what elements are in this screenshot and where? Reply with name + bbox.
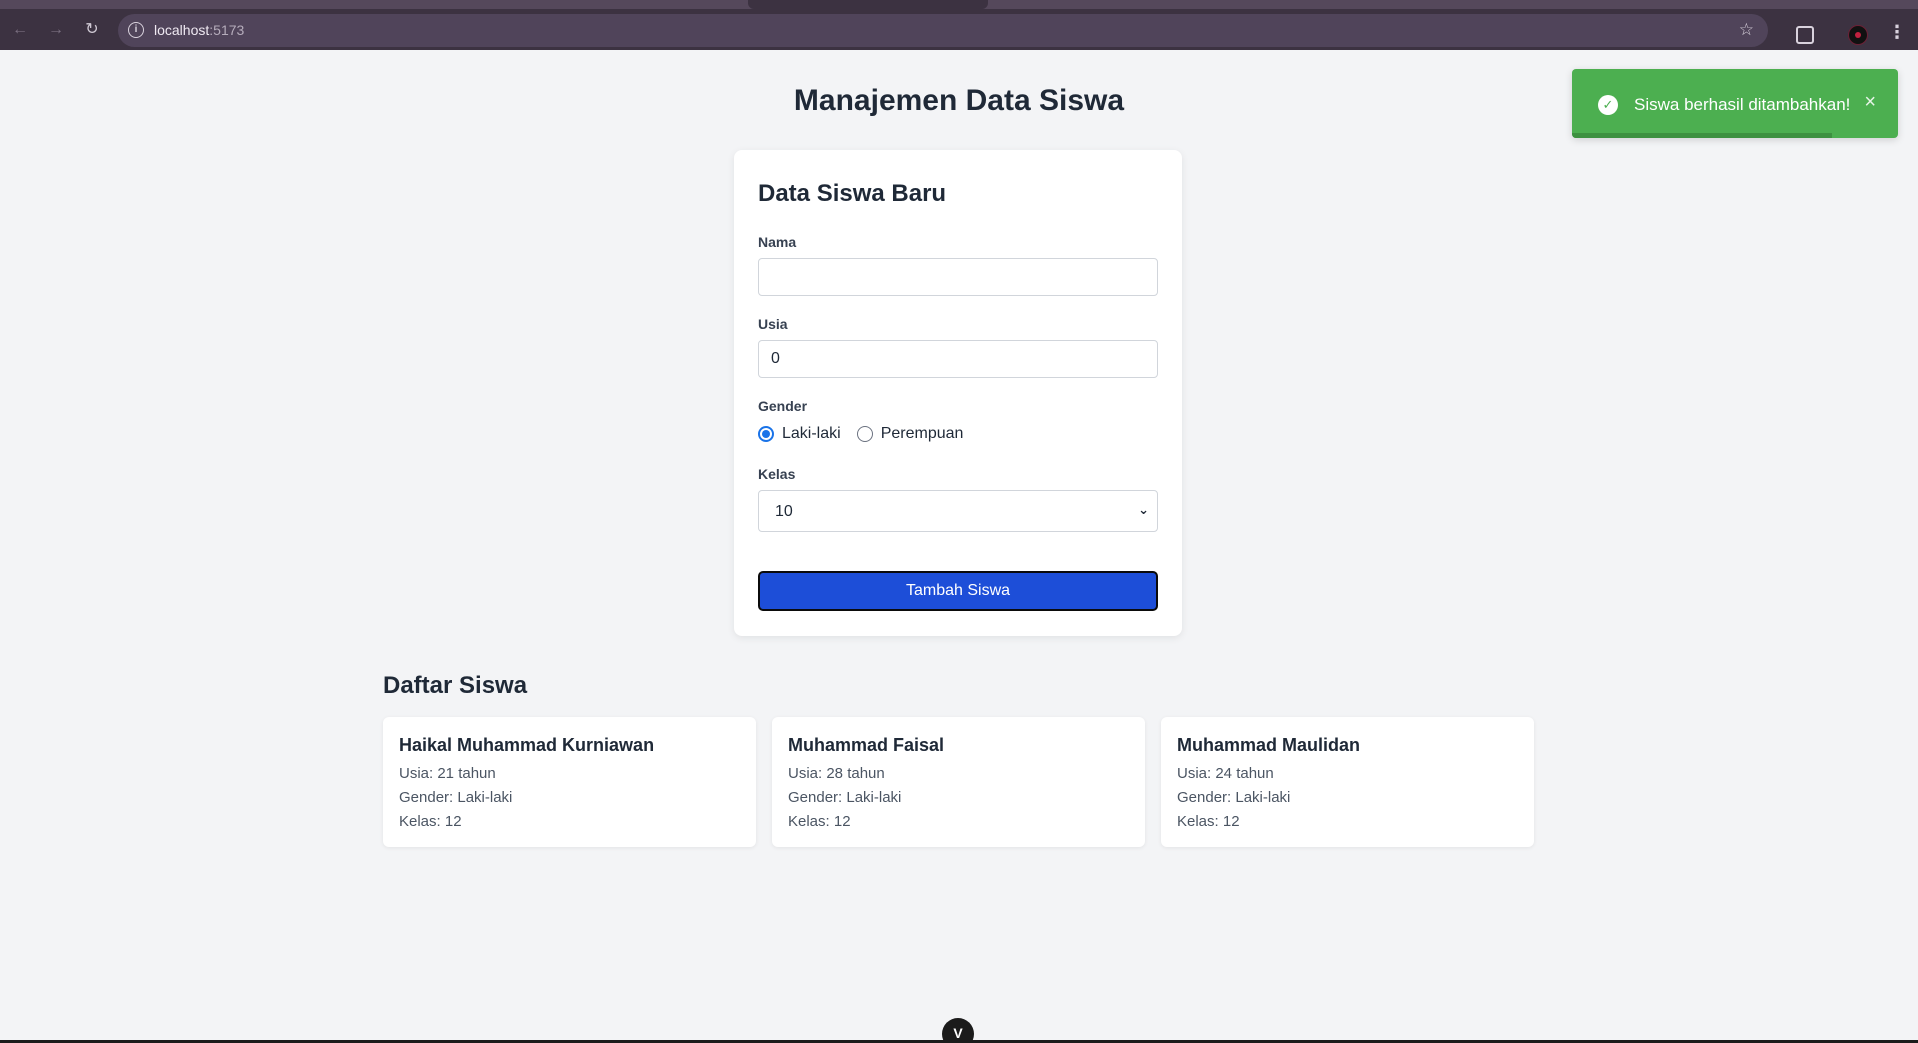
student-age: Usia: 21 tahun [399,765,496,782]
active-tab[interactable] [748,0,988,9]
url-port: :5173 [209,22,245,38]
student-class: Kelas: 12 [399,813,462,830]
tab-strip [0,0,1918,9]
gender-radio-female[interactable] [856,426,873,442]
age-input[interactable] [758,340,1158,378]
browser-chrome: ← → ↻ i localhost:5173 ☆ ⋮ [0,0,1918,50]
browser-toolbar: ← → ↻ i localhost:5173 ☆ ⋮ [0,9,1918,50]
student-name: Muhammad Faisal [788,735,945,755]
name-label: Nama [758,234,797,250]
class-label: Kelas [758,466,796,482]
student-gender: Gender: Laki-laki [399,789,513,806]
address-bar[interactable]: i localhost:5173 ☆ [118,14,1768,47]
success-toast[interactable]: ✓ Siswa berhasil ditambahkan! × [1572,69,1898,138]
close-icon[interactable]: × [1864,91,1876,114]
kebab-menu-icon[interactable]: ⋮ [1888,23,1906,41]
gender-radio-group: Laki-laki Perempuan [758,424,979,444]
student-list-title: Daftar Siswa [383,672,528,699]
student-card: Muhammad Faisal Usia: 28 tahun Gender: L… [772,717,1145,847]
arrow-right-icon[interactable]: → [44,18,68,42]
chevron-down-icon: ⌄ [1138,502,1149,517]
url-host: localhost [154,22,210,38]
gender-radio-male[interactable] [758,426,774,442]
student-name: Muhammad Maulidan [1177,735,1361,755]
age-label: Usia [758,316,788,332]
class-select[interactable]: 10 ⌄ [758,490,1158,532]
new-student-form: Data Siswa Baru Nama Usia Gender Laki-la… [734,150,1182,636]
student-card-list: Haikal Muhammad Kurniawan Usia: 21 tahun… [383,717,1535,847]
student-gender: Gender: Laki-laki [1177,789,1291,806]
profile-avatar[interactable] [1848,25,1868,45]
gender-option-male-label[interactable]: Laki-laki [782,425,841,443]
arrow-left-icon[interactable]: ← [8,18,32,42]
name-input[interactable] [758,258,1158,296]
form-title: Data Siswa Baru [758,180,947,207]
url-text[interactable]: localhost:5173 [154,22,244,38]
class-select-value: 10 [775,503,793,520]
star-icon[interactable]: ☆ [1739,20,1754,40]
check-circle-icon: ✓ [1598,95,1618,115]
student-age: Usia: 28 tahun [788,765,885,782]
student-card: Haikal Muhammad Kurniawan Usia: 21 tahun… [383,717,756,847]
student-age: Usia: 24 tahun [1177,765,1274,782]
gender-option-female-label[interactable]: Perempuan [881,425,964,443]
reload-icon[interactable]: ↻ [80,18,104,42]
student-name: Haikal Muhammad Kurniawan [399,735,655,755]
add-student-button[interactable]: Tambah Siswa [758,571,1158,611]
puzzle-icon[interactable] [1796,26,1814,44]
student-card: Muhammad Maulidan Usia: 24 tahun Gender:… [1161,717,1534,847]
toast-progress-bar [1572,133,1832,138]
student-class: Kelas: 12 [1177,813,1240,830]
info-icon[interactable]: i [128,22,144,38]
student-gender: Gender: Laki-laki [788,789,902,806]
student-class: Kelas: 12 [788,813,851,830]
toast-message: Siswa berhasil ditambahkan! [1634,95,1851,114]
gender-label: Gender [758,398,808,414]
